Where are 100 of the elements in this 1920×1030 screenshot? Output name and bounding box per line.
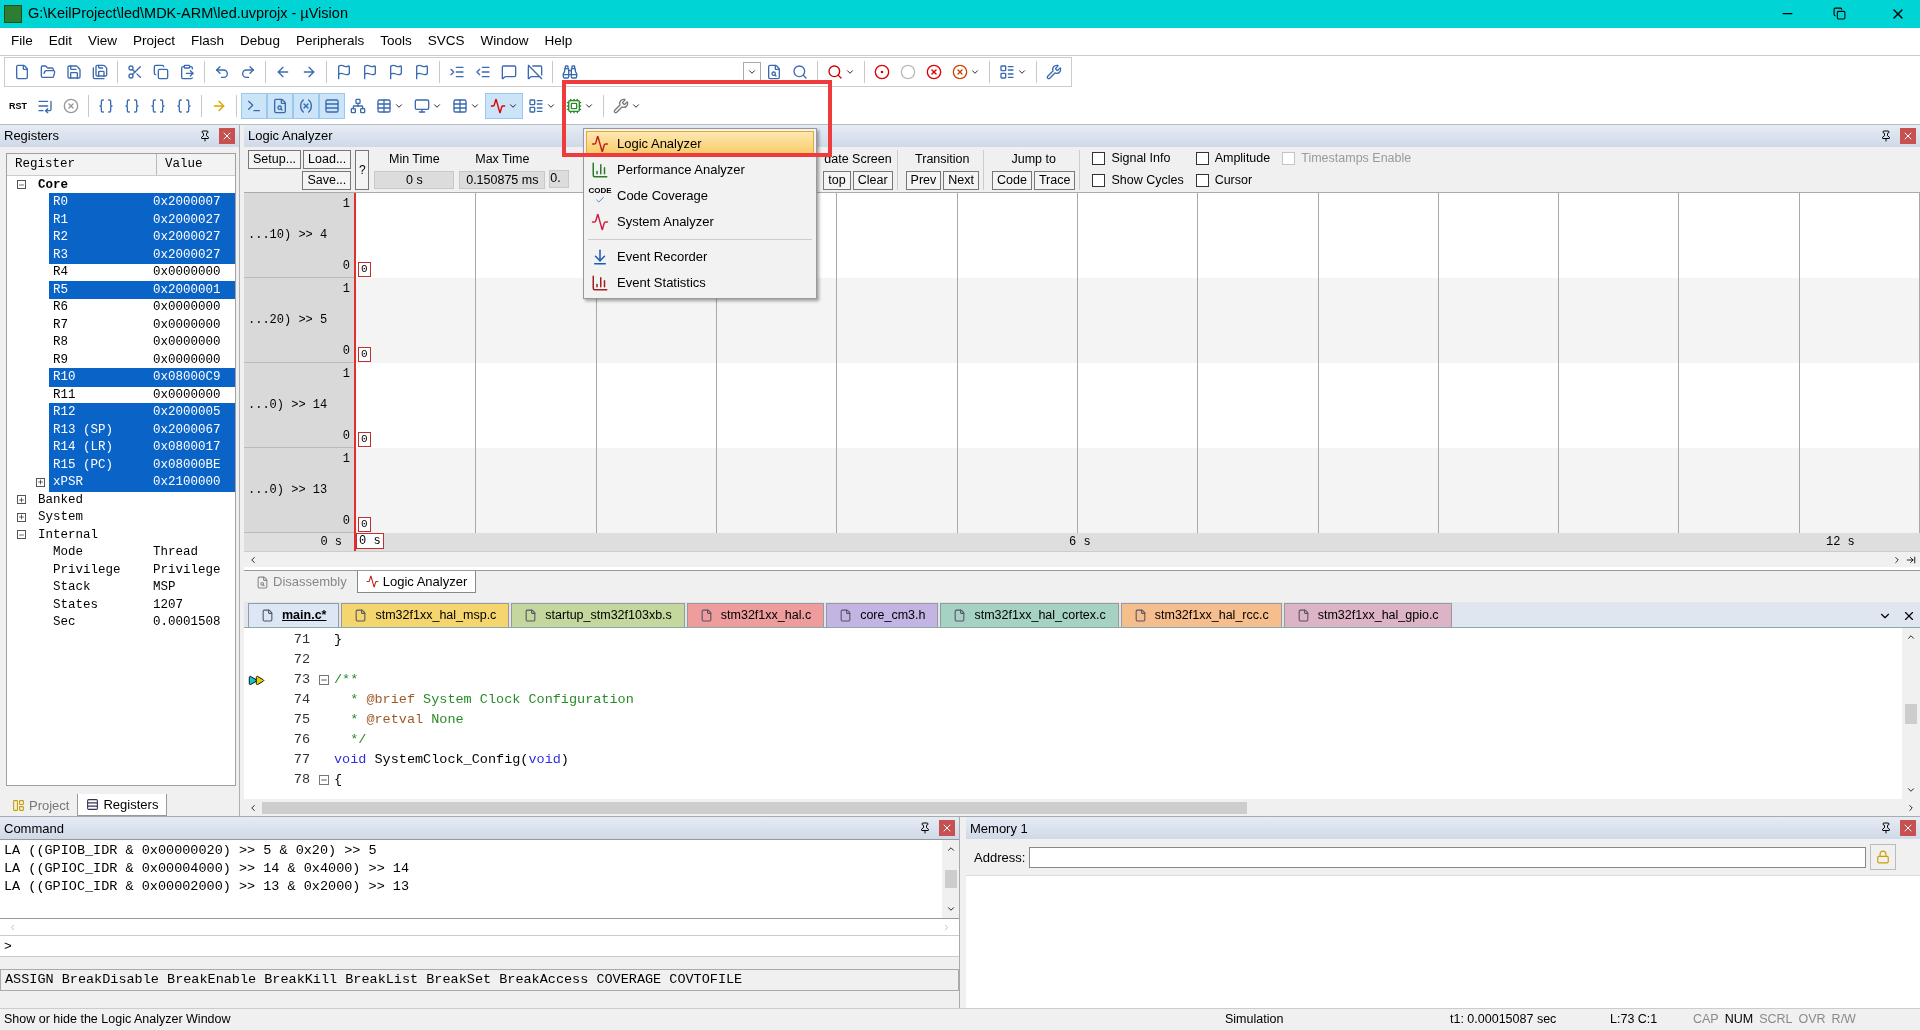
- column-header[interactable]: Value: [157, 154, 235, 176]
- close-button[interactable]: [1900, 820, 1916, 837]
- small-button[interactable]: Clear: [852, 170, 893, 190]
- option-checkbox[interactable]: Cursor: [1195, 171, 1271, 190]
- register-row[interactable]: R5 0x2000001: [7, 281, 235, 299]
- scroll-thumb[interactable]: [944, 870, 957, 889]
- close-button[interactable]: [939, 820, 955, 837]
- file-tab[interactable]: core_cm3.h: [826, 603, 939, 628]
- menu-item[interactable]: Event Statistics: [586, 270, 814, 296]
- menu-item[interactable]: Flash: [184, 31, 232, 52]
- register-group[interactable]: System: [7, 508, 235, 527]
- small-button[interactable]: Prev: [905, 170, 942, 190]
- menu-item[interactable]: Performance Analyzer: [586, 157, 814, 183]
- close-button[interactable]: [1900, 128, 1916, 145]
- small-button[interactable]: Load...: [303, 149, 352, 169]
- pin-icon[interactable]: [919, 822, 931, 835]
- small-button[interactable]: top: [823, 170, 851, 190]
- file-tab[interactable]: stm32f1xx_hal_msp.c: [341, 603, 510, 628]
- small-button[interactable]: Save...: [302, 170, 352, 190]
- small-button[interactable]: Setup...: [248, 149, 302, 169]
- panel-tab[interactable]: Registers: [77, 794, 168, 817]
- small-button[interactable]: Next: [943, 170, 979, 190]
- register-row[interactable]: R9 0x0000000: [7, 351, 235, 369]
- toolbar-button[interactable]: [485, 93, 523, 120]
- register-row[interactable]: R12 0x2000005: [7, 403, 235, 422]
- view-tab[interactable]: Logic Analyzer: [356, 571, 477, 594]
- register-row[interactable]: States 1207: [7, 596, 235, 614]
- menu-item[interactable]: Event Recorder: [586, 244, 814, 270]
- scroll-thumb[interactable]: [1905, 703, 1917, 724]
- toolbar-button[interactable]: [267, 93, 293, 120]
- menu-item[interactable]: File: [4, 31, 40, 52]
- expand-icon[interactable]: [17, 495, 26, 505]
- dropdown-field[interactable]: [743, 62, 761, 82]
- expand-icon[interactable]: [36, 477, 45, 487]
- menu-item[interactable]: View: [81, 31, 125, 52]
- fold-icon[interactable]: [319, 775, 329, 786]
- menu-item[interactable]: System Analyzer: [586, 209, 814, 235]
- menu-item[interactable]: Help: [537, 31, 580, 52]
- menu-item[interactable]: SVCS: [420, 31, 472, 52]
- file-tab[interactable]: stm32f1xx_hal.c: [686, 603, 825, 628]
- toolbar-button[interactable]: [241, 93, 267, 120]
- address-field[interactable]: [1029, 846, 1866, 868]
- menu-item[interactable]: Edit: [41, 31, 80, 52]
- menu-item[interactable]: Peripherals: [288, 31, 372, 52]
- register-row[interactable]: R7 0x0000000: [7, 316, 235, 334]
- menu-item[interactable]: Tools: [373, 31, 419, 52]
- collapse-icon[interactable]: [17, 530, 26, 540]
- menu-item[interactable]: Window: [473, 31, 536, 52]
- command-input[interactable]: >: [0, 935, 959, 958]
- register-row[interactable]: Privilege Privilege: [7, 561, 235, 579]
- menu-item[interactable]: Project: [126, 31, 183, 52]
- register-row[interactable]: Mode Thread: [7, 543, 235, 562]
- scroll-right-icon[interactable]: [1906, 802, 1916, 813]
- pin-icon[interactable]: [1880, 130, 1892, 143]
- small-button[interactable]: Code: [992, 170, 1032, 190]
- toolbar-button[interactable]: [293, 93, 319, 120]
- register-row[interactable]: R0 0x2000007: [7, 193, 235, 212]
- menu-item[interactable]: Debug: [233, 31, 287, 52]
- register-row[interactable]: R10 0x08000C9: [7, 368, 235, 387]
- close-button[interactable]: [219, 128, 235, 145]
- register-row[interactable]: R2 0x2000027: [7, 228, 235, 247]
- register-row[interactable]: R4 0x0000000: [7, 263, 235, 282]
- register-row[interactable]: R8 0x0000000: [7, 333, 235, 352]
- menu-item[interactable]: CODE Code Coverage: [586, 183, 814, 209]
- panel-tab[interactable]: Project: [4, 794, 78, 817]
- vertical-scrollbar[interactable]: [1902, 628, 1920, 800]
- column-header[interactable]: Register: [7, 154, 157, 176]
- file-tab[interactable]: main.c*: [248, 603, 340, 628]
- file-tab[interactable]: stm32f1xx_hal_cortex.c: [940, 603, 1119, 628]
- register-row[interactable]: Stack MSP: [7, 578, 235, 597]
- scroll-thumb[interactable]: [262, 801, 1247, 814]
- scroll-left-icon[interactable]: [248, 554, 258, 565]
- register-row[interactable]: R11 0x0000000: [7, 386, 235, 404]
- register-row[interactable]: R6 0x0000000: [7, 298, 235, 317]
- option-checkbox[interactable]: Show Cycles: [1092, 171, 1184, 190]
- file-tab[interactable]: startup_stm32f103xb.s: [511, 603, 685, 628]
- register-row[interactable]: xPSR 0x2100000: [7, 473, 235, 492]
- scroll-left-icon[interactable]: [248, 802, 258, 813]
- option-checkbox[interactable]: Signal Info: [1092, 149, 1184, 169]
- small-button[interactable]: Trace: [1033, 170, 1076, 190]
- option-checkbox[interactable]: Amplitude: [1195, 149, 1271, 169]
- register-group[interactable]: Internal: [7, 526, 235, 544]
- horizontal-scrollbar[interactable]: [244, 551, 1920, 568]
- restore-icon[interactable]: [1833, 7, 1846, 21]
- register-group[interactable]: Core: [7, 176, 235, 194]
- pin-icon[interactable]: [1880, 822, 1892, 835]
- reset-button[interactable]: RST: [4, 93, 32, 120]
- file-tab[interactable]: stm32f1xx_hal_gpio.c: [1283, 603, 1452, 628]
- register-row[interactable]: R14 (LR) 0x0800017: [7, 438, 235, 457]
- pin-icon[interactable]: [199, 130, 211, 143]
- help-button[interactable]: ?: [355, 149, 370, 190]
- register-group[interactable]: Banked: [7, 491, 235, 509]
- toolbar-button[interactable]: [319, 93, 345, 120]
- scroll-end-icon[interactable]: [1906, 554, 1916, 565]
- file-tab[interactable]: stm32f1xx_hal_rcc.c: [1120, 603, 1282, 628]
- scroll-right-icon[interactable]: [1892, 554, 1902, 565]
- expand-icon[interactable]: [17, 512, 26, 522]
- fold-icon[interactable]: [319, 675, 329, 686]
- collapse-icon[interactable]: [17, 180, 26, 190]
- register-row[interactable]: Sec 0.0001508: [7, 613, 235, 632]
